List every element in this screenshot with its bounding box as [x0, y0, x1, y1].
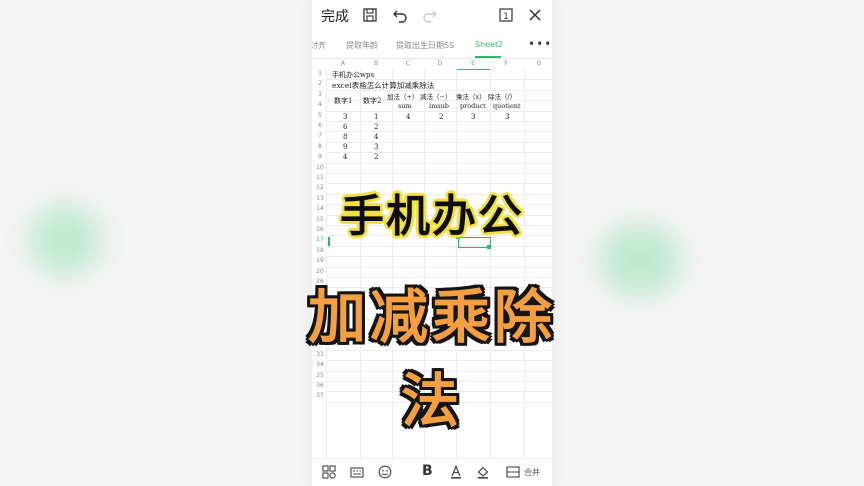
column-header-d[interactable]: D: [424, 58, 456, 69]
selection-handle-bottom-right[interactable]: [487, 245, 491, 249]
caption-subtitle: 加减乘除法: [307, 283, 556, 435]
cell-b3[interactable]: 数字2: [363, 96, 381, 106]
row-header[interactable]: 5: [314, 112, 326, 119]
row-header[interactable]: 1: [314, 70, 326, 77]
cell-f3[interactable]: 除法（/）: [488, 91, 516, 101]
cell-d5[interactable]: 2: [439, 113, 443, 121]
cell-a3[interactable]: 数字1: [334, 96, 352, 106]
row-header[interactable]: 19: [314, 257, 326, 264]
caption-title: 手机办公: [340, 191, 524, 242]
bold-icon[interactable]: B: [422, 463, 436, 479]
grid-hline: [326, 256, 552, 258]
font-color-icon[interactable]: [449, 465, 463, 479]
row-header[interactable]: 8: [314, 143, 326, 150]
grid-hline: [326, 141, 552, 143]
row-header[interactable]: 3: [314, 91, 326, 98]
top-toolbar: 完成 1: [312, 0, 552, 32]
row-header[interactable]: 7: [314, 132, 326, 139]
emoji-icon[interactable]: [378, 465, 392, 479]
save-icon[interactable]: [362, 7, 378, 23]
cell-e4[interactable]: product: [460, 102, 486, 110]
tab-sheet-align[interactable]: 讨齐: [312, 40, 326, 51]
fill-color-icon[interactable]: [476, 465, 490, 479]
cell-f5[interactable]: 3: [505, 113, 509, 121]
close-icon[interactable]: [527, 7, 543, 23]
grid-hline: [326, 266, 552, 268]
merge-label[interactable]: 合并: [524, 467, 540, 478]
undo-icon[interactable]: [392, 7, 408, 23]
cell-e5[interactable]: 3: [471, 113, 475, 121]
cell-b6[interactable]: 2: [374, 123, 378, 131]
cell-a1[interactable]: 手机办公wps: [332, 70, 374, 80]
row-header[interactable]: 6: [314, 122, 326, 129]
column-header-b[interactable]: B: [360, 58, 392, 69]
cell-c5[interactable]: 4: [406, 113, 410, 121]
cell-d3[interactable]: 减法（−）: [420, 91, 451, 101]
grid-hline: [326, 245, 552, 247]
column-header-c[interactable]: C: [392, 58, 424, 69]
cell-b8[interactable]: 3: [374, 143, 378, 151]
grid-hline: [326, 110, 552, 112]
cell-a6[interactable]: 6: [343, 123, 347, 131]
row-header[interactable]: 18: [314, 247, 326, 254]
cell-a9[interactable]: 4: [343, 153, 347, 161]
svg-text:1: 1: [503, 12, 509, 22]
done-button[interactable]: 完成: [321, 6, 349, 26]
cell-d4[interactable]: imsub: [429, 102, 449, 110]
row-header[interactable]: 2: [314, 80, 326, 87]
tab-sheet2[interactable]: Sheet2: [475, 40, 503, 49]
grid-hline: [326, 162, 552, 164]
cell-b9[interactable]: 2: [374, 153, 378, 161]
bottom-toolbar: B 合并: [312, 458, 552, 486]
grid-hline: [326, 173, 552, 174]
cell-a5[interactable]: 3: [343, 113, 347, 121]
keyboard-icon[interactable]: [350, 465, 364, 479]
cell-e3[interactable]: 乘法（x）: [456, 91, 486, 101]
cell-a8[interactable]: 9: [343, 143, 347, 151]
cell-b5[interactable]: 1: [374, 113, 378, 121]
merge-cells-icon[interactable]: [506, 465, 520, 479]
background-blur-right: [600, 225, 680, 295]
column-header-e[interactable]: E: [456, 58, 490, 70]
cell-c4[interactable]: sum: [398, 102, 412, 110]
column-header-g[interactable]: G: [526, 58, 552, 69]
cell-c3[interactable]: 加法（+）: [387, 91, 418, 101]
row-header[interactable]: 9: [314, 153, 326, 160]
cell-b7[interactable]: 4: [374, 133, 378, 141]
row-header[interactable]: 10: [314, 164, 326, 171]
grid-hline: [326, 152, 552, 154]
redo-icon[interactable]: [422, 7, 438, 23]
cell-a7[interactable]: 8: [343, 133, 347, 141]
column-header-a[interactable]: A: [326, 58, 360, 69]
cell-a2[interactable]: excel表格怎么计算加减乘除法: [332, 80, 434, 91]
tab-sheet-birthdate[interactable]: 提取出生日期SS: [396, 40, 454, 51]
more-icon[interactable]: •••: [528, 37, 552, 51]
background-blur-left: [30, 205, 100, 275]
cell-f4[interactable]: quotient: [493, 102, 521, 110]
grid-hline: [326, 121, 552, 122]
sheet-count-icon[interactable]: 1: [498, 7, 514, 23]
row-header[interactable]: 4: [314, 101, 326, 108]
column-header-f[interactable]: F: [490, 58, 522, 69]
apps-grid-icon[interactable]: [322, 465, 336, 479]
sheet-tabs: 讨齐 提取年龄 提取出生日期SS Sheet2 •••: [312, 32, 552, 59]
tab-sheet-age[interactable]: 提取年龄: [346, 40, 378, 51]
grid-hline: [326, 131, 552, 133]
